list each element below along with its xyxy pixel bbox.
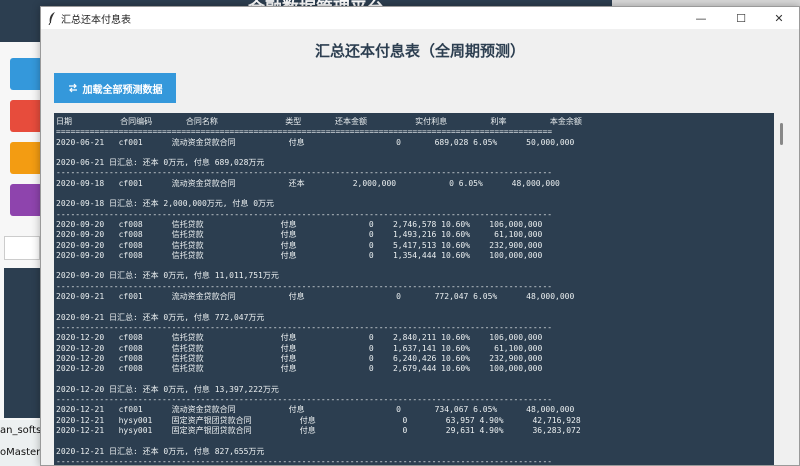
background-tile-red[interactable]	[10, 100, 40, 132]
report-row: 2020-12-20 cf008 信托贷款 付息 0 1,637,141 10.…	[56, 343, 543, 353]
report-text-area[interactable]: 日期 合同编码 合同名称 类型 还本金额 实付利息 利率 本金余额 ======…	[54, 113, 774, 465]
report-row: 2020-12-20 cf008 信托贷款 付息 0 2,840,211 10.…	[56, 333, 543, 343]
report-row: 2020-12-21 cf001 流动资金贷款合同 付息 0 734,067 6…	[56, 405, 575, 415]
background-tile-blue[interactable]	[10, 58, 40, 90]
report-daily-summary: 2020-06-21 日汇总: 还本 0万元, 付息 689,028万元	[56, 158, 265, 168]
report-separator: ----------------------------------------…	[56, 456, 553, 465]
window-title: 汇总还本付息表	[61, 15, 131, 26]
taskbar-item-1[interactable]: an_softs	[0, 425, 41, 436]
taskbar-item-2[interactable]: oMaster	[0, 447, 40, 458]
report-text: 日期 合同编码 合同名称 类型 还本金额 实付利息 利率 本金余额 ======…	[56, 117, 582, 465]
report-header: 日期 合同编码 合同名称 类型 还本金额 实付利息 利率 本金余额	[56, 117, 582, 126]
swap-arrows-icon	[68, 83, 77, 93]
maximize-button[interactable]: ☐	[721, 7, 761, 29]
report-daily-summary: 2020-12-21 日汇总: 还本 0万元, 付息 827,655万元	[56, 446, 265, 456]
report-row: 2020-09-20 cf008 信托贷款 付息 0 2,746,578 10.…	[56, 219, 543, 229]
report-separator: ----------------------------------------…	[56, 322, 553, 332]
report-row: 2020-12-21 hysy001 固定资产银团贷款合同 付息 0 63,95…	[56, 415, 581, 425]
report-row: 2020-06-21 cf001 流动资金贷款合同 付息 0 689,028 6…	[56, 137, 575, 147]
report-row: 2020-09-18 cf001 流动资金贷款合同 还本 2,000,000 0…	[56, 178, 560, 188]
title-bar[interactable]: 汇总还本付息表 — ☐ ✕	[41, 7, 799, 29]
report-separator: ----------------------------------------…	[56, 281, 553, 291]
minimize-button[interactable]: —	[681, 7, 721, 29]
background-dark-panel	[4, 268, 40, 418]
report-daily-summary: 2020-09-20 日汇总: 还本 0万元, 付息 11,011,751万元	[56, 271, 279, 281]
report-daily-summary: 2020-12-20 日汇总: 还本 0万元, 付息 13,397,222万元	[56, 384, 279, 394]
report-daily-summary: 2020-09-18 日汇总: 还本 2,000,000万元, 付息 0万元	[56, 199, 275, 209]
report-row: 2020-09-20 cf008 信托贷款 付息 0 5,417,513 10.…	[56, 240, 543, 250]
report-separator: ----------------------------------------…	[56, 168, 553, 178]
page-title: 汇总还本付息表（全周期预测）	[314, 42, 525, 60]
feather-icon	[48, 12, 55, 25]
background-tile-orange[interactable]	[10, 142, 40, 174]
report-row: 2020-12-21 hysy001 固定资产银团贷款合同 付息 0 29,63…	[56, 425, 581, 435]
close-button[interactable]: ✕	[759, 7, 799, 29]
background-input[interactable]	[4, 236, 40, 260]
report-separator: ========================================…	[56, 127, 553, 137]
load-all-forecast-button[interactable]: 加载全部预测数据	[54, 73, 176, 103]
load-all-forecast-label: 加载全部预测数据	[82, 84, 163, 96]
report-row: 2020-09-20 cf008 信托贷款 付息 0 1,493,216 10.…	[56, 230, 543, 240]
report-row: 2020-12-20 cf008 信托贷款 付息 0 2,679,444 10.…	[56, 364, 543, 374]
background-tile-purple[interactable]	[10, 184, 40, 216]
report-row: 2020-12-20 cf008 信托贷款 付息 0 6,240,426 10.…	[56, 353, 543, 363]
summary-window: 汇总还本付息表 — ☐ ✕ 汇总还本付息表（全周期预测） 加载全部预测数据 日期…	[40, 6, 800, 466]
report-separator: ----------------------------------------…	[56, 395, 553, 405]
report-row: 2020-09-21 cf001 流动资金贷款合同 付息 0 772,047 6…	[56, 292, 575, 302]
report-daily-summary: 2020-09-21 日汇总: 还本 0万元, 付息 772,047万元	[56, 312, 265, 322]
scrollbar-thumb[interactable]	[780, 123, 783, 145]
report-row: 2020-09-20 cf008 信托贷款 付息 0 1,354,444 10.…	[56, 250, 543, 260]
report-separator: ----------------------------------------…	[56, 209, 553, 219]
